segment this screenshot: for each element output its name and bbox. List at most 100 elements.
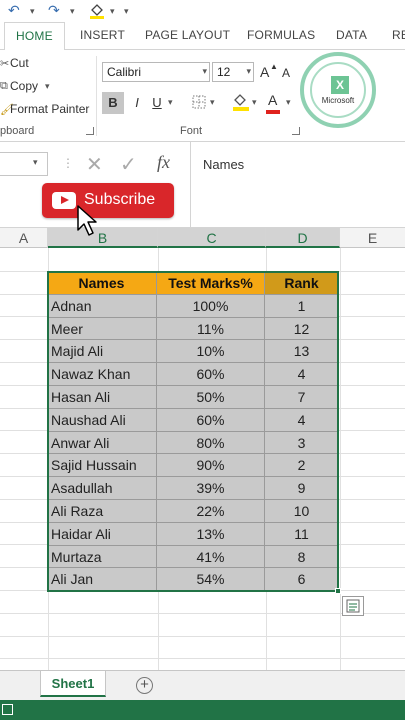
clipboard-launcher-icon[interactable] xyxy=(86,127,94,135)
cell-rank[interactable]: 8 xyxy=(265,545,339,569)
underline-button[interactable]: U xyxy=(150,92,164,114)
format-painter-button[interactable]: Format Painter xyxy=(10,102,89,116)
table-row[interactable]: Ali Jan 54% 6 xyxy=(47,568,339,592)
cell-name[interactable]: Haidar Ali xyxy=(47,522,157,546)
cell-name[interactable]: Anwar Ali xyxy=(47,431,157,455)
table-row[interactable]: Naushad Ali 60% 4 xyxy=(47,408,339,432)
font-launcher-icon[interactable] xyxy=(292,127,300,135)
cell-rank[interactable]: 2 xyxy=(265,454,339,478)
cell-test-marks[interactable]: 90% xyxy=(157,454,265,478)
cell-rank[interactable]: 4 xyxy=(265,363,339,386)
column-header-e[interactable]: E xyxy=(340,228,405,248)
fill-color-icon[interactable] xyxy=(232,92,250,115)
table-row[interactable]: Meer 11% 12 xyxy=(47,317,339,341)
table-row[interactable]: Hasan Ali 50% 7 xyxy=(47,386,339,409)
chevron-down-icon[interactable]: ▾ xyxy=(210,97,215,108)
redo-icon[interactable]: ↷ xyxy=(48,2,60,20)
cell-name[interactable]: Hasan Ali xyxy=(47,386,157,409)
cell-name[interactable]: Sajid Hussain xyxy=(47,454,157,478)
table-row[interactable]: Sajid Hussain 90% 2 xyxy=(47,454,339,478)
cell-name[interactable]: Nawaz Khan xyxy=(47,363,157,386)
chevron-down-icon[interactable]: ▾ xyxy=(286,97,291,108)
table-row[interactable]: Anwar Ali 80% 3 xyxy=(47,431,339,455)
shrink-font-button[interactable]: A xyxy=(282,66,290,80)
cell-name[interactable]: Ali Jan xyxy=(47,568,157,592)
table-row[interactable]: Adnan 100% 1 xyxy=(47,294,339,318)
font-color-button[interactable]: A xyxy=(268,92,277,108)
chevron-down-icon[interactable]: ▾ xyxy=(33,157,38,168)
chevron-down-icon[interactable]: ▾ xyxy=(45,81,50,92)
more-options-icon[interactable]: ⋮ xyxy=(62,156,74,170)
tab-home[interactable]: HOME xyxy=(4,22,65,51)
tab-formulas[interactable]: FORMULAS xyxy=(247,28,315,42)
cell-test-marks[interactable]: 60% xyxy=(157,408,265,432)
header-test-marks[interactable]: Test Marks% xyxy=(157,272,265,295)
table-header-row[interactable]: Names Test Marks% Rank xyxy=(47,272,339,295)
cell-rank[interactable]: 3 xyxy=(265,431,339,455)
cell-test-marks[interactable]: 10% xyxy=(157,340,265,364)
tab-page-layout[interactable]: PAGE LAYOUT xyxy=(145,28,230,42)
paint-bucket-icon[interactable] xyxy=(88,2,106,20)
cell-test-marks[interactable]: 11% xyxy=(157,317,265,341)
table-row[interactable]: Asadullah 39% 9 xyxy=(47,477,339,500)
cell-test-marks[interactable]: 39% xyxy=(157,477,265,500)
cell-rank[interactable]: 10 xyxy=(265,500,339,523)
fill-handle[interactable] xyxy=(335,588,341,594)
cell-rank[interactable]: 1 xyxy=(265,294,339,318)
cell-name[interactable]: Ali Raza xyxy=(47,500,157,523)
subscribe-button[interactable]: Subscribe xyxy=(42,183,174,218)
table-row[interactable]: Majid Ali 10% 13 xyxy=(47,340,339,364)
cell-test-marks[interactable]: 50% xyxy=(157,386,265,409)
table-row[interactable]: Haidar Ali 13% 11 xyxy=(47,522,339,546)
cell-name[interactable]: Majid Ali xyxy=(47,340,157,364)
cut-button[interactable]: Cut xyxy=(10,56,29,70)
enter-icon[interactable]: ✓ xyxy=(120,152,137,177)
cell-rank[interactable]: 4 xyxy=(265,408,339,432)
header-rank[interactable]: Rank xyxy=(265,272,339,295)
table-row[interactable]: Nawaz Khan 60% 4 xyxy=(47,363,339,386)
quick-analysis-button[interactable] xyxy=(342,596,364,616)
borders-icon[interactable] xyxy=(192,95,206,112)
grow-font-button[interactable]: A xyxy=(260,64,269,80)
formula-input[interactable]: Names xyxy=(190,142,405,228)
font-name-select[interactable]: Calibri ▾ xyxy=(102,62,210,82)
italic-button[interactable]: I xyxy=(128,92,146,114)
name-box[interactable]: ▾ xyxy=(0,152,48,176)
cell-name[interactable]: Murtaza xyxy=(47,545,157,569)
cell-rank[interactable]: 12 xyxy=(265,317,339,341)
tab-review[interactable]: RE xyxy=(392,28,405,42)
cell-name[interactable]: Naushad Ali xyxy=(47,408,157,432)
cancel-icon[interactable]: ✕ xyxy=(86,152,103,177)
cell-test-marks[interactable]: 100% xyxy=(157,294,265,318)
table-row[interactable]: Ali Raza 22% 10 xyxy=(47,500,339,523)
cell-test-marks[interactable]: 13% xyxy=(157,522,265,546)
bold-button[interactable]: B xyxy=(102,92,124,114)
sheet-tab-sheet1[interactable]: Sheet1 xyxy=(40,671,106,697)
cut-icon[interactable]: ✂ xyxy=(0,57,9,70)
undo-icon[interactable]: ↶ xyxy=(8,2,20,20)
cell-test-marks[interactable]: 80% xyxy=(157,431,265,455)
cell-name[interactable]: Asadullah xyxy=(47,477,157,500)
chevron-down-icon[interactable]: ▾ xyxy=(252,97,257,108)
cell-rank[interactable]: 11 xyxy=(265,522,339,546)
insert-function-button[interactable]: fx xyxy=(157,152,170,173)
cell-name[interactable]: Meer xyxy=(47,317,157,341)
cell-rank[interactable]: 9 xyxy=(265,477,339,500)
cell-rank[interactable]: 13 xyxy=(265,340,339,364)
tab-insert[interactable]: INSERT xyxy=(80,28,125,42)
column-header-c[interactable]: C xyxy=(158,228,266,248)
cell-test-marks[interactable]: 22% xyxy=(157,500,265,523)
cell-test-marks[interactable]: 41% xyxy=(157,545,265,569)
cell-name[interactable]: Adnan xyxy=(47,294,157,318)
column-header-a[interactable]: A xyxy=(0,228,48,248)
cell-rank[interactable]: 6 xyxy=(265,568,339,592)
font-size-select[interactable]: 12 ▾ xyxy=(212,62,254,82)
cell-rank[interactable]: 7 xyxy=(265,386,339,409)
copy-icon[interactable]: ⧉ xyxy=(0,80,8,93)
cell-test-marks[interactable]: 54% xyxy=(157,568,265,592)
add-sheet-button[interactable]: + xyxy=(136,677,153,694)
table-row[interactable]: Murtaza 41% 8 xyxy=(47,545,339,569)
chevron-down-icon[interactable]: ▾ xyxy=(168,97,173,108)
column-header-b[interactable]: B xyxy=(48,228,158,248)
tab-data[interactable]: DATA xyxy=(336,28,367,42)
